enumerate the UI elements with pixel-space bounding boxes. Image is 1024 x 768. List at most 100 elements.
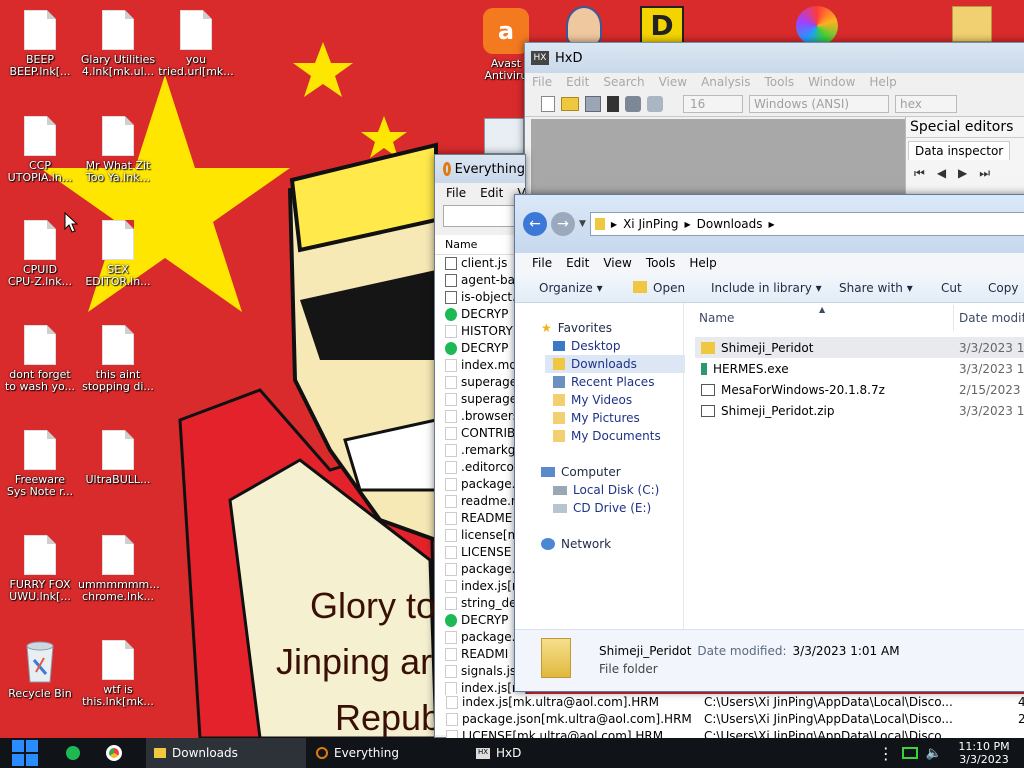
- everything-result-row[interactable]: HISTORY: [445, 323, 525, 340]
- next-icon[interactable]: ▶: [958, 166, 967, 181]
- desktop-icon-furry-fox[interactable]: FURRY FOX UWU.lnk[...: [0, 529, 80, 603]
- breadcrumb-user[interactable]: Xi JinPing: [623, 217, 678, 231]
- breadcrumb[interactable]: ▶ Xi JinPing ▶ Downloads ▶: [589, 212, 1024, 236]
- explorer-menu-edit[interactable]: Edit: [559, 253, 596, 273]
- everything-result-row[interactable]: READMI: [445, 646, 525, 663]
- nav-favorites[interactable]: ★ Favorites: [541, 319, 683, 337]
- nav-my-pictures[interactable]: My Pictures: [553, 409, 683, 427]
- everything-result-row[interactable]: package.json[mk.ultra@aol.com].HRM C:\Use…: [446, 711, 1024, 728]
- everything-result-row[interactable]: readme.m: [445, 493, 525, 510]
- open-folder-icon[interactable]: [561, 96, 579, 111]
- explorer-menu-file[interactable]: File: [525, 253, 559, 273]
- file-row[interactable]: Shimeji_Peridot 3/3/2023 1:: [695, 337, 1024, 358]
- file-row[interactable]: MesaForWindows-20.1.8.7z2/15/2023 2: [695, 379, 1024, 400]
- everything-result-row[interactable]: index.md: [445, 357, 525, 374]
- desktop-icon-ccp-utopia[interactable]: CCP UTOPIA.ln...: [0, 110, 80, 184]
- open-button[interactable]: Open: [633, 280, 685, 295]
- everything-result-row[interactable]: README: [445, 510, 525, 527]
- app-logo-icon[interactable]: D: [640, 6, 684, 46]
- desktop-icon-this-aint[interactable]: this aint stopping di...: [78, 319, 158, 393]
- everything-search-input[interactable]: [443, 205, 517, 227]
- everything-result-row[interactable]: package.: [445, 629, 525, 646]
- prev-icon[interactable]: ◀: [937, 166, 946, 181]
- taskbar-everything[interactable]: Everything: [308, 738, 466, 768]
- desktop-icon-ultrabull[interactable]: UltraBULL...: [78, 424, 158, 486]
- chrome-icon[interactable]: [106, 745, 122, 761]
- desktop-icon-glary[interactable]: Glary Utilities 4.lnk[mk.ul...: [78, 4, 158, 78]
- everything-result-row[interactable]: superage: [445, 374, 525, 391]
- nav-recent-places[interactable]: Recent Places: [553, 373, 683, 391]
- column-name[interactable]: Name: [699, 311, 734, 325]
- nav-local-disk[interactable]: Local Disk (C:): [553, 481, 683, 499]
- desktop-icon-chrome-lnk[interactable]: ummmmmm... chrome.lnk...: [78, 529, 160, 603]
- nav-cd-drive[interactable]: CD Drive (E:): [553, 499, 683, 517]
- desktop-icon-wtf-is-this[interactable]: wtf is this.lnk[mk...: [78, 634, 158, 708]
- bytes-per-row-select[interactable]: 16: [683, 94, 743, 113]
- forward-button[interactable]: →: [551, 212, 575, 236]
- hxd-menu-window[interactable]: Window: [801, 73, 862, 91]
- everything-result-row[interactable]: .browsers: [445, 408, 525, 425]
- breadcrumb-downloads[interactable]: Downloads: [697, 217, 763, 231]
- nav-downloads[interactable]: Downloads: [545, 355, 685, 373]
- explorer-menu-view[interactable]: View: [596, 253, 638, 273]
- everything-result-row[interactable]: DECRYP: [445, 612, 525, 629]
- ram-icon[interactable]: [647, 95, 663, 112]
- desktop-icon-dont-forget[interactable]: dont forget to wash yo...: [0, 319, 80, 393]
- everything-menu-file[interactable]: File: [439, 183, 473, 203]
- user-avatar-icon[interactable]: [566, 6, 602, 46]
- overflow-dots-icon[interactable]: ⋮: [878, 744, 894, 763]
- explorer-menu-tools[interactable]: Tools: [639, 253, 683, 273]
- everything-result-row[interactable]: LICENSE[mk.ultra@aol.com].HRM C:\Users\Xi…: [446, 728, 1024, 738]
- cut-button[interactable]: Cut: [941, 281, 962, 295]
- hxd-menu-search[interactable]: Search: [596, 73, 651, 91]
- hxd-menu-help[interactable]: Help: [862, 73, 903, 91]
- save-icon[interactable]: [585, 95, 601, 112]
- everything-result-row[interactable]: package.: [445, 476, 525, 493]
- monitor-icon[interactable]: [484, 118, 524, 154]
- organize-button[interactable]: Organize ▾: [539, 281, 603, 295]
- share-with-button[interactable]: Share with ▾: [839, 281, 913, 295]
- taskbar-downloads[interactable]: Downloads: [146, 738, 306, 768]
- everything-menu-edit[interactable]: Edit: [473, 183, 510, 203]
- nav-my-videos[interactable]: My Videos: [553, 391, 683, 409]
- recent-pages-icon[interactable]: ▼: [579, 219, 586, 229]
- everything-col-name[interactable]: Name: [435, 235, 525, 255]
- last-icon[interactable]: ⏭: [979, 166, 990, 181]
- hxd-menu-analysis[interactable]: Analysis: [694, 73, 757, 91]
- disk-icon[interactable]: [625, 95, 641, 112]
- everything-result-row[interactable]: .editorco: [445, 459, 525, 476]
- everything-result-row[interactable]: agent-ba: [445, 272, 525, 289]
- explorer-window[interactable]: ← → ▼ ▶ Xi JinPing ▶ Downloads ▶ File Ed…: [514, 194, 1024, 692]
- everything-result-row[interactable]: index.js[mk.ultra@aol.com].HRM C:\Users\X…: [446, 694, 1024, 711]
- everything-result-row[interactable]: .remarkg: [445, 442, 525, 459]
- nav-my-documents[interactable]: My Documents: [553, 427, 683, 445]
- desktop-icon-freeware[interactable]: Freeware Sys Note r...: [0, 424, 80, 498]
- everything-result-row[interactable]: DECRYP: [445, 340, 525, 357]
- folder-icon[interactable]: [952, 6, 992, 42]
- network-status-icon[interactable]: [901, 747, 918, 759]
- close-file-icon[interactable]: [607, 95, 619, 112]
- everything-result-row[interactable]: superage: [445, 391, 525, 408]
- everything-result-row[interactable]: DECRYP: [445, 306, 525, 323]
- file-row[interactable]: HERMES.exe 3/3/2023 1:: [695, 358, 1024, 379]
- everything-result-row[interactable]: package.: [445, 561, 525, 578]
- everything-result-row[interactable]: CONTRIB: [445, 425, 525, 442]
- nav-desktop[interactable]: Desktop: [553, 337, 683, 355]
- back-button[interactable]: ←: [523, 212, 547, 236]
- nav-computer[interactable]: Computer: [541, 463, 683, 481]
- clock[interactable]: 11:10 PM 3/3/2023: [950, 740, 1018, 766]
- taskbar-hxd[interactable]: HX HxD: [468, 738, 588, 768]
- hxd-menu-file[interactable]: File: [525, 73, 559, 91]
- everything-result-row[interactable]: signals.js: [445, 663, 525, 680]
- copy-button[interactable]: Copy: [988, 281, 1018, 295]
- everything-result-row[interactable]: LICENSE: [445, 544, 525, 561]
- hxd-titlebar[interactable]: HX HxD: [525, 43, 1024, 73]
- desktop-icon-you-tried[interactable]: you tried.url[mk...: [156, 4, 236, 78]
- everything-result-row[interactable]: license[m: [445, 527, 525, 544]
- volume-icon[interactable]: 🔈: [926, 746, 942, 761]
- nav-network[interactable]: Network: [541, 535, 683, 553]
- hxd-window[interactable]: HX HxD File Edit Search View Analysis To…: [524, 42, 1024, 200]
- file-row[interactable]: Shimeji_Peridot.zip 3/3/2023 1:: [695, 400, 1024, 421]
- colorful-app-icon[interactable]: [796, 6, 838, 46]
- hxd-menu-edit[interactable]: Edit: [559, 73, 596, 91]
